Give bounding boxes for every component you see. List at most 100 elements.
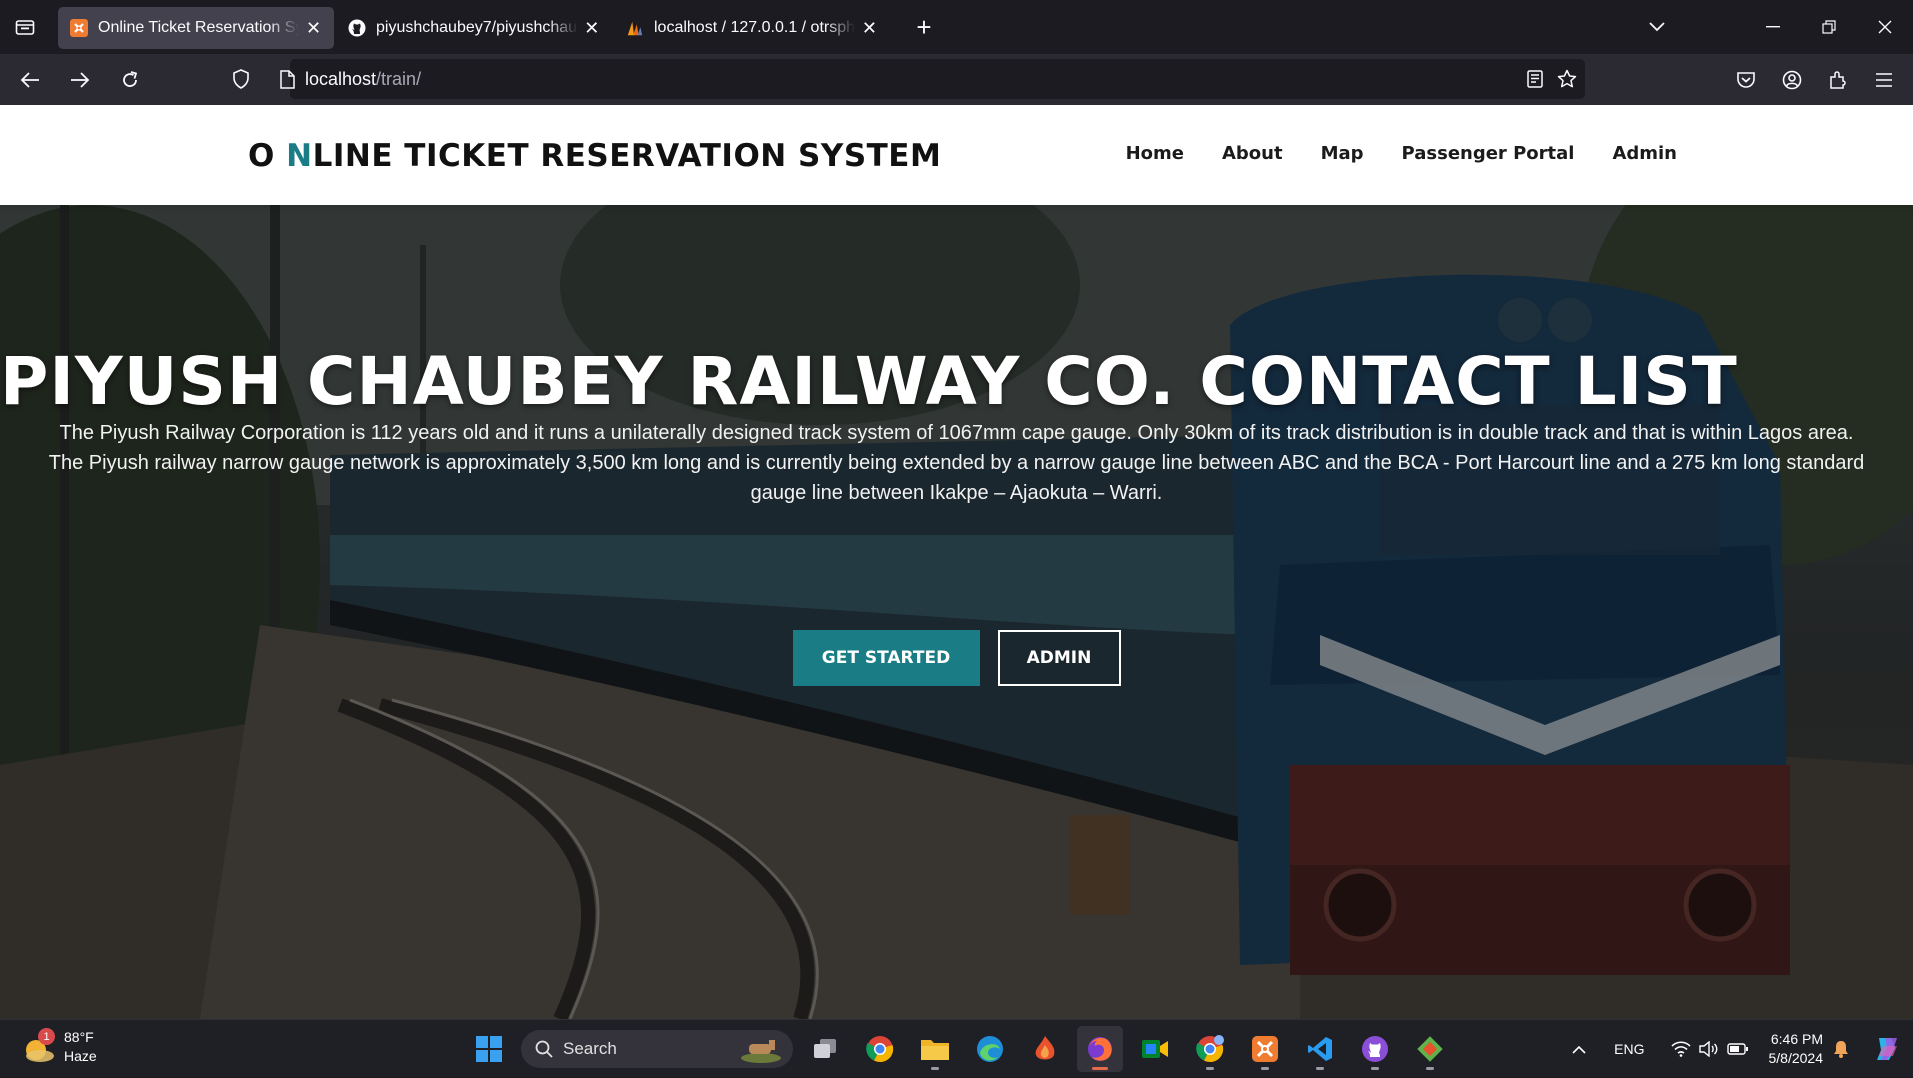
restore-icon[interactable] [1801, 0, 1857, 54]
site-logo[interactable]: O NLINE TICKET RESERVATION SYSTEM [248, 138, 941, 174]
github-icon [348, 19, 366, 37]
chevron-down-icon[interactable] [1629, 0, 1685, 54]
nav-admin[interactable]: Admin [1612, 143, 1677, 164]
site-header: O NLINE TICKET RESERVATION SYSTEM Home A… [0, 105, 1913, 205]
close-tab-icon[interactable]: ✕ [861, 18, 878, 38]
taskbar-search[interactable]: Search [521, 1030, 793, 1068]
vscode-icon[interactable] [1297, 1026, 1343, 1072]
site-nav: Home About Map Passenger Portal Admin [1126, 143, 1677, 164]
pocket-icon[interactable] [1727, 61, 1765, 99]
running-indicator [1316, 1067, 1324, 1070]
reload-icon[interactable] [108, 58, 152, 102]
taskbar-apps: Search [466, 1026, 1453, 1072]
wifi-icon[interactable] [1670, 1041, 1691, 1057]
running-indicator [931, 1067, 939, 1070]
admin-button[interactable]: ADMIN [997, 630, 1121, 686]
running-indicator [1261, 1067, 1269, 1070]
phpmyadmin-icon [626, 19, 644, 37]
running-indicator [1371, 1067, 1379, 1070]
url-host: localhost [305, 68, 377, 89]
logo-first: O [248, 138, 287, 174]
browser-tab-bar: Online Ticket Reservation System ✕ piyus… [0, 0, 1913, 54]
copilot-icon[interactable] [1873, 1036, 1901, 1062]
reader-view-icon[interactable] [1527, 70, 1543, 88]
extensions-icon[interactable] [1819, 61, 1857, 99]
get-started-button[interactable]: GET STARTED [792, 630, 980, 686]
edge-icon[interactable] [967, 1026, 1013, 1072]
close-tab-icon[interactable]: ✕ [584, 18, 600, 38]
file-explorer-icon[interactable] [912, 1026, 958, 1072]
window-controls [1629, 0, 1913, 54]
web-page: O NLINE TICKET RESERVATION SYSTEM Home A… [0, 105, 1913, 1019]
xampp-control-icon[interactable] [1242, 1026, 1288, 1072]
hero-buttons: GET STARTED ADMIN [0, 630, 1913, 686]
volume-icon[interactable] [1698, 1041, 1719, 1057]
meet-icon[interactable] [1132, 1026, 1178, 1072]
url-bar[interactable]: localhost/train/ [233, 59, 1585, 99]
browser-tab-active[interactable]: Online Ticket Reservation System ✕ [58, 7, 334, 49]
clock-date: 5/8/2024 [1768, 1050, 1824, 1066]
weather-widget[interactable]: 1 88°F Haze [22, 1028, 97, 1066]
clock[interactable]: 6:46 PM 5/8/2024 [1769, 1030, 1824, 1068]
tab-title: localhost / 127.0.0.1 / otrsphp / [654, 19, 855, 36]
hero-title: PIYUSH CHAUBEY RAILWAY CO. CONTACT LIST [0, 343, 1738, 420]
search-label: Search [563, 1039, 617, 1058]
github-desktop-icon[interactable] [1352, 1026, 1398, 1072]
running-indicator [1206, 1067, 1214, 1070]
forward-icon[interactable] [58, 58, 102, 102]
weather-sun-icon: 1 [22, 1028, 56, 1064]
hero-description: The Piyush Railway Corporation is 112 ye… [48, 422, 1865, 504]
xampp-taskbar-icon[interactable] [1022, 1026, 1068, 1072]
nav-about[interactable]: About [1222, 143, 1283, 164]
browser-nav-bar: localhost/train/ [0, 54, 1913, 105]
search-icon [535, 1040, 553, 1058]
chevron-up-icon[interactable] [1572, 1045, 1586, 1054]
weather-badge: 1 [38, 1028, 55, 1045]
new-tab-icon[interactable]: + [904, 7, 944, 47]
url-path: /train/ [376, 68, 422, 89]
weather-temp: 88°F [64, 1029, 94, 1045]
browser-tab[interactable]: localhost / 127.0.0.1 / otrsphp / ✕ [614, 7, 890, 49]
start-windows-icon[interactable] [466, 1026, 512, 1072]
task-view-icon[interactable] [802, 1026, 848, 1072]
back-icon[interactable] [8, 58, 52, 102]
url-text[interactable]: localhost/train/ [305, 69, 421, 90]
language-indicator[interactable]: ENG [1614, 1041, 1644, 1057]
toolbar-right [1727, 54, 1903, 105]
firefox-icon[interactable] [1077, 1026, 1123, 1072]
menu-icon[interactable] [1865, 61, 1903, 99]
chrome-icon[interactable] [857, 1026, 903, 1072]
battery-icon[interactable] [1726, 1042, 1749, 1056]
notification-bell-icon[interactable] [1833, 1040, 1849, 1058]
xampp-icon [70, 19, 88, 37]
clock-time: 6:46 PM [1770, 1031, 1823, 1047]
nav-map[interactable]: Map [1321, 143, 1364, 164]
chrome-profile-icon[interactable] [1187, 1026, 1233, 1072]
shield-icon[interactable] [226, 69, 256, 89]
close-window-icon[interactable] [1857, 0, 1913, 54]
url-bar-actions [1527, 59, 1577, 99]
bookmark-star-icon[interactable] [1557, 69, 1577, 89]
hero-overlay [0, 205, 1913, 1019]
nav-home[interactable]: Home [1126, 143, 1184, 164]
running-indicator [1426, 1067, 1434, 1070]
search-highlight-icon [741, 1040, 781, 1063]
nav-passenger-portal[interactable]: Passenger Portal [1402, 143, 1575, 164]
page-icon[interactable] [280, 69, 295, 89]
weather-text: 88°F Haze [64, 1028, 97, 1066]
tab-title: Online Ticket Reservation System [98, 19, 299, 36]
account-icon[interactable] [1773, 61, 1811, 99]
taskbar: 1 88°F Haze Search ENG 6:46 PM 5/8/2024 [0, 1019, 1913, 1077]
logo-accent: N [286, 138, 313, 174]
git-gui-icon[interactable] [1407, 1026, 1453, 1072]
system-tray: ENG 6:46 PM 5/8/2024 [1564, 1020, 1913, 1078]
browser-tab[interactable]: piyushchaubey7/piyushchaubey ✕ [336, 7, 612, 49]
tab-title: piyushchaubey7/piyushchaubey [376, 19, 578, 36]
logo-rest: LINE TICKET RESERVATION SYSTEM [312, 138, 942, 174]
tab-list-icon[interactable] [0, 0, 50, 54]
weather-desc: Haze [64, 1048, 97, 1064]
running-indicator [1092, 1067, 1108, 1070]
hero-section: PIYUSH CHAUBEY RAILWAY CO. CONTACT LIST … [0, 205, 1913, 1019]
minimize-icon[interactable] [1745, 0, 1801, 54]
close-tab-icon[interactable]: ✕ [305, 18, 322, 38]
